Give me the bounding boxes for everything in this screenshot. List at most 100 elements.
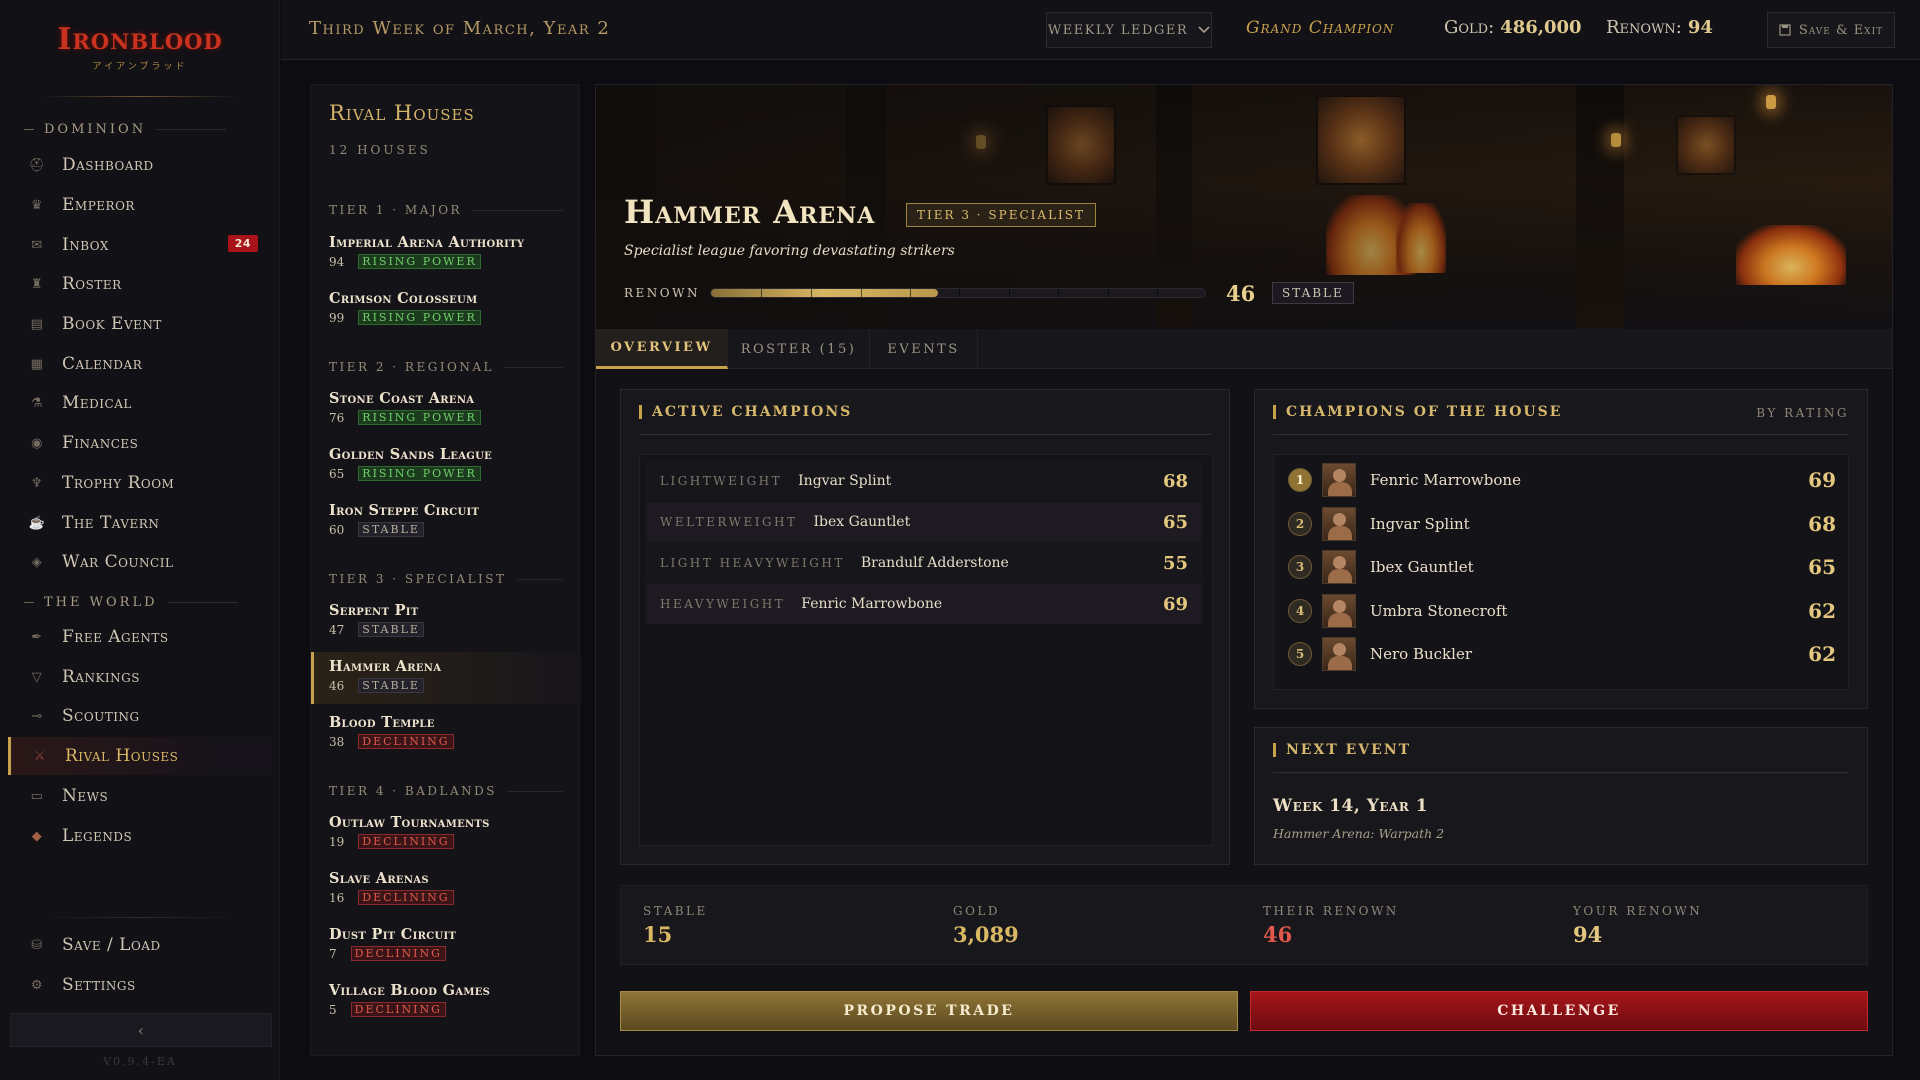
next-event-card[interactable]: NEXT EVENT Week 14, Year 1 Hammer Arena:… bbox=[1254, 727, 1868, 865]
propose-trade-button[interactable]: PROPOSE TRADE bbox=[620, 991, 1238, 1031]
inbox-count-badge: 24 bbox=[227, 235, 258, 252]
list-item[interactable]: HEAVYWEIGHT Fenric Marrowbone 69 bbox=[646, 584, 1202, 624]
house-name: Outlaw Tournaments bbox=[329, 814, 490, 831]
sidebar-item-label: Free Agents bbox=[62, 627, 169, 647]
ledger-label: WEEKLY LEDGER bbox=[1047, 22, 1189, 38]
house-item-dust-pit-circuit[interactable]: Dust Pit Circuit 7 DECLINING bbox=[311, 920, 581, 972]
card-title-text: CHAMPIONS OF THE HOUSE bbox=[1286, 404, 1563, 420]
house-renown: 65 bbox=[329, 466, 345, 481]
sidebar-item-trophy-room[interactable]: ♆ Trophy Room bbox=[8, 464, 272, 502]
potion-icon: ⚗ bbox=[30, 395, 44, 411]
sidebar-item-calendar[interactable]: ▦ Calendar bbox=[8, 345, 272, 383]
sidebar-item-war-council[interactable]: ◈ War Council bbox=[8, 543, 272, 581]
sidebar-item-rankings[interactable]: ▽ Rankings bbox=[8, 658, 272, 696]
house-item-iron-steppe-circuit[interactable]: Iron Steppe Circuit 60 STABLE bbox=[311, 496, 581, 548]
status-badge: RISING POWER bbox=[358, 310, 481, 325]
house-name: Iron Steppe Circuit bbox=[329, 502, 480, 519]
tab-overview[interactable]: OVERVIEW bbox=[596, 329, 728, 369]
list-item[interactable]: 5 Nero Buckler 62 bbox=[1274, 633, 1850, 675]
house-item-imperial-arena-authority[interactable]: Imperial Arena Authority 94 RISING POWER bbox=[311, 228, 581, 280]
house-champions-list: 1 Fenric Marrowbone 69 2 Ingvar Splint 68 3 I… bbox=[1273, 454, 1849, 690]
tab-roster[interactable]: ROSTER (15) bbox=[728, 329, 870, 369]
house-item-crimson-colosseum[interactable]: Crimson Colosseum 99 RISING POWER bbox=[311, 284, 581, 336]
list-item[interactable]: 1 Fenric Marrowbone 69 bbox=[1274, 459, 1850, 501]
status-badge: DECLINING bbox=[350, 946, 446, 961]
list-item[interactable]: 4 Umbra Stonecroft 62 bbox=[1274, 590, 1850, 632]
list-item[interactable]: LIGHTWEIGHT Ingvar Splint 68 bbox=[646, 461, 1202, 501]
house-item-slave-arenas[interactable]: Slave Arenas 16 DECLINING bbox=[311, 864, 581, 916]
tier-label: TIER 3 · SPECIALIST bbox=[329, 572, 507, 586]
stat-your-renown: YOUR RENOWN 94 bbox=[1551, 886, 1861, 964]
renown-value: 46 bbox=[1226, 281, 1256, 306]
event-date: Week 14, Year 1 bbox=[1273, 796, 1429, 816]
champion-name: Ingvar Splint bbox=[798, 473, 892, 489]
card-title-text: ACTIVE CHAMPIONS bbox=[652, 404, 853, 420]
weight-class: HEAVYWEIGHT bbox=[660, 597, 786, 611]
house-item-golden-sands-league[interactable]: Golden Sands League 65 RISING POWER bbox=[311, 440, 581, 492]
sidebar-item-scouting[interactable]: ⊸ Scouting bbox=[8, 697, 272, 735]
houses-count: 12 HOUSES bbox=[329, 143, 431, 157]
section-dominion: DOMINION bbox=[24, 122, 226, 137]
sidebar-item-settings[interactable]: ⚙ Settings bbox=[8, 966, 272, 1004]
sidebar-item-finances[interactable]: ◉ Finances bbox=[8, 424, 272, 462]
list-item[interactable]: 3 Ibex Gauntlet 65 bbox=[1274, 546, 1850, 588]
coins-icon: ◉ bbox=[31, 435, 43, 451]
sort-label: BY RATING bbox=[1756, 406, 1849, 420]
champion-name: Umbra Stonecroft bbox=[1370, 602, 1508, 620]
house-renown: 60 bbox=[329, 522, 345, 537]
house-item-stone-coast-arena[interactable]: Stone Coast Arena 76 RISING POWER bbox=[311, 384, 581, 436]
sidebar-item-label: Calendar bbox=[62, 354, 143, 374]
house-item-outlaw-tournaments[interactable]: Outlaw Tournaments 19 DECLINING bbox=[311, 808, 581, 860]
sidebar-item-rival-houses[interactable]: ⚔ Rival Houses bbox=[8, 737, 272, 775]
stat-label: STABLE bbox=[643, 904, 708, 918]
house-renown: 76 bbox=[329, 410, 345, 425]
gear-icon: ⚙ bbox=[30, 977, 44, 993]
card-title: NEXT EVENT bbox=[1273, 742, 1411, 758]
sidebar-item-save-load[interactable]: ⛁ Save / Load bbox=[8, 926, 272, 964]
sidebar-item-legends[interactable]: ◆ Legends bbox=[8, 817, 272, 855]
stat-label: GOLD bbox=[953, 904, 1001, 918]
sidebar-item-label: Finances bbox=[62, 433, 139, 453]
sidebar-item-medical[interactable]: ⚗ Medical bbox=[8, 384, 272, 422]
house-detail-panel: Hammer Arena TIER 3 · SPECIALIST Special… bbox=[595, 84, 1893, 1056]
champion-rating: 55 bbox=[1162, 552, 1188, 574]
weekly-ledger-dropdown[interactable]: WEEKLY LEDGER bbox=[1046, 12, 1212, 48]
sidebar-item-label: Rankings bbox=[62, 667, 140, 687]
save-exit-button[interactable]: Save & Exit bbox=[1767, 12, 1895, 48]
house-stats-strip: STABLE 15 GOLD 3,089 THEIR RENOWN 46 YOUR R… bbox=[620, 885, 1868, 965]
sidebar-item-roster[interactable]: ♜ Roster bbox=[8, 265, 272, 303]
mug-icon: ☕ bbox=[28, 515, 46, 531]
sidebar-item-inbox[interactable]: ✉ Inbox 24 bbox=[8, 226, 272, 264]
list-item[interactable]: WELTERWEIGHT Ibex Gauntlet 65 bbox=[646, 502, 1202, 542]
trophy-icon: ♆ bbox=[30, 475, 44, 491]
house-item-blood-temple[interactable]: Blood Temple 38 DECLINING bbox=[311, 708, 581, 760]
tier-header: TIER 4 · BADLANDS bbox=[329, 784, 563, 798]
champion-rating: 69 bbox=[1162, 593, 1188, 615]
sidebar-item-label: Trophy Room bbox=[62, 473, 175, 493]
house-item-serpent-pit[interactable]: Serpent Pit 47 STABLE bbox=[311, 596, 581, 648]
book-icon: ▤ bbox=[30, 316, 44, 332]
list-item[interactable]: 2 Ingvar Splint 68 bbox=[1274, 503, 1850, 545]
renown-status-badge: STABLE bbox=[1272, 282, 1354, 304]
champion-portrait bbox=[1322, 594, 1356, 628]
sidebar-item-emperor[interactable]: ♛ Emperor bbox=[8, 186, 272, 224]
sidebar-item-dashboard[interactable]: ⛑ Dashboard bbox=[8, 146, 272, 184]
player-title: Grand Champion bbox=[1246, 18, 1395, 38]
stat-gold: GOLD 3,089 bbox=[931, 886, 1241, 964]
version-label: V0.9.4-EA bbox=[103, 1055, 177, 1068]
house-name: Golden Sands League bbox=[329, 446, 493, 463]
sidebar-item-label: Inbox bbox=[62, 235, 109, 255]
tab-events[interactable]: EVENTS bbox=[870, 329, 978, 369]
renown-value: 94 bbox=[1687, 17, 1713, 38]
collapse-sidebar-button[interactable]: ‹ bbox=[10, 1013, 272, 1047]
sidebar-item-book-event[interactable]: ▤ Book Event bbox=[8, 305, 272, 343]
sidebar-item-free-agents[interactable]: ✒ Free Agents bbox=[8, 618, 272, 656]
house-item-village-blood-games[interactable]: Village Blood Games 5 DECLINING bbox=[311, 976, 581, 1028]
champion-rating: 65 bbox=[1162, 511, 1188, 533]
sidebar-item-tavern[interactable]: ☕ The Tavern bbox=[8, 504, 272, 542]
list-item[interactable]: LIGHT HEAVYWEIGHT Brandulf Adderstone 55 bbox=[646, 543, 1202, 583]
house-item-hammer-arena[interactable]: Hammer Arena 46 STABLE bbox=[311, 652, 581, 704]
champion-portrait bbox=[1322, 463, 1356, 497]
sidebar-item-news[interactable]: ▭ News bbox=[8, 777, 272, 815]
challenge-button[interactable]: CHALLENGE bbox=[1250, 991, 1868, 1031]
